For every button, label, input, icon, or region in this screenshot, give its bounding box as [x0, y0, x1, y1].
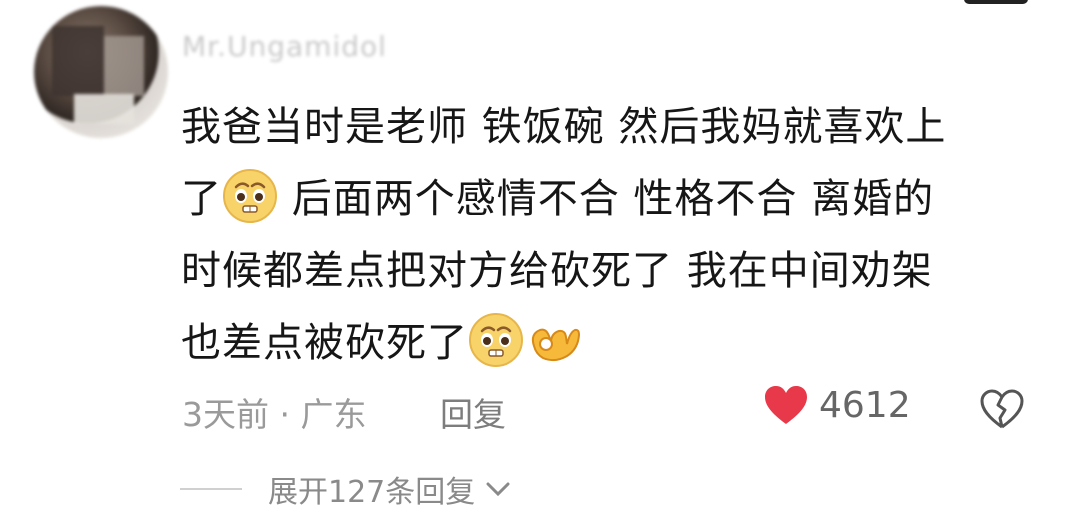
status-indicator: [964, 0, 1028, 4]
broken-heart-icon[interactable]: [979, 388, 1025, 430]
comment-line-2: 了 后面两个感情不合 性格不合 离婚的: [181, 163, 1041, 235]
comment-line-5-text: 也差点被砍死了: [181, 320, 468, 366]
dislike-button[interactable]: [979, 388, 1025, 434]
reply-button[interactable]: 回复: [440, 388, 506, 436]
like-count: 4612: [819, 384, 911, 426]
chevron-down-icon[interactable]: [483, 479, 513, 499]
expand-replies[interactable]: 展开127条回复: [180, 467, 513, 511]
divider: [180, 488, 242, 490]
comment-line-1: 我爸当时是老师 铁饭碗 然后我妈就喜欢上: [181, 104, 947, 150]
ok-hand-emoji-icon: [531, 328, 580, 362]
pleading-face-emoji-icon: [223, 169, 277, 223]
comment-line-4: 时候都差点把对方给砍死了 我在中间劝架: [181, 248, 933, 294]
comment-meta: 3天前 · 广东: [182, 395, 367, 434]
comment-line-5: 也差点被砍死了: [181, 307, 1041, 379]
heart-icon[interactable]: [763, 384, 809, 426]
comment-line-3-text: 后面两个感情不合 性格不合 离婚的: [278, 176, 935, 222]
pleading-face-emoji-icon: [469, 313, 523, 367]
like-button[interactable]: 4612: [763, 384, 911, 426]
comment-line-2-text: 了: [181, 176, 222, 222]
username[interactable]: Mr.Ungamidol: [182, 30, 387, 63]
expand-replies-label[interactable]: 展开127条回复: [268, 467, 475, 511]
comment-text: 我爸当时是老师 铁饭碗 然后我妈就喜欢上 了 后面两个感情不合 性格不合 离婚的…: [181, 91, 1041, 379]
avatar[interactable]: [34, 6, 168, 138]
